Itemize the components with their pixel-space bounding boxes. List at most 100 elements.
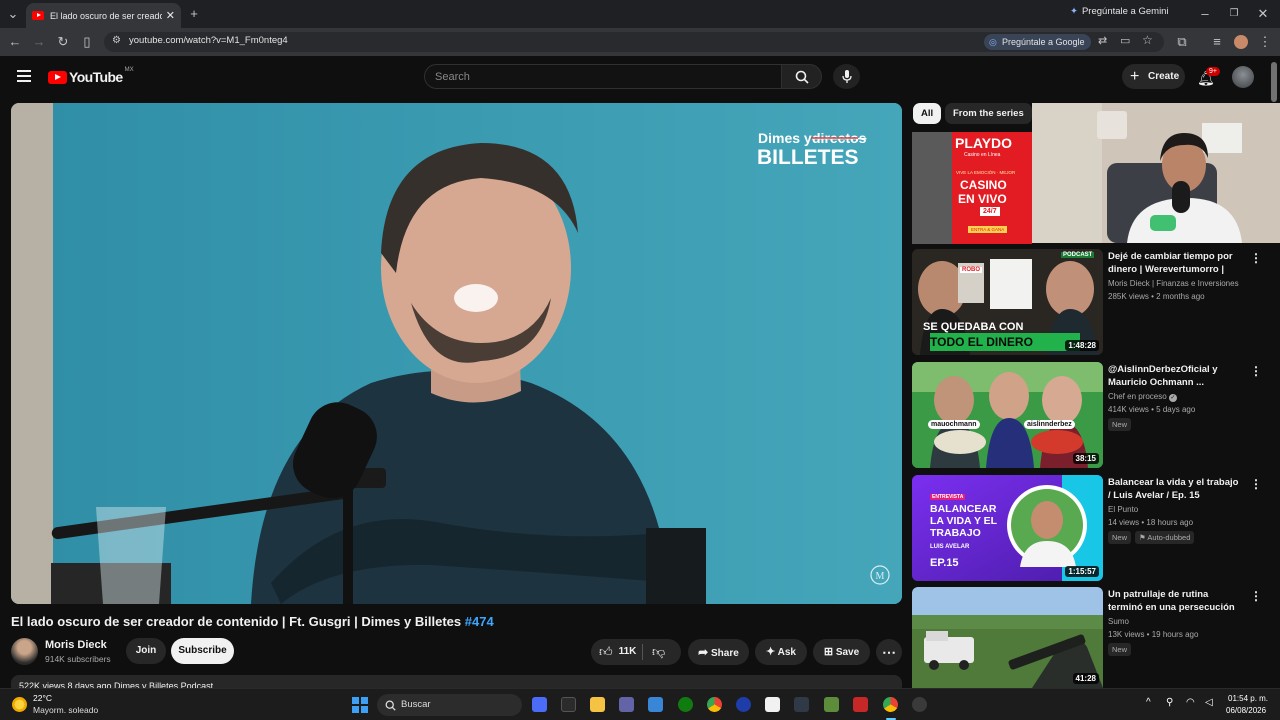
site-info-icon[interactable]: ⚙ [112,35,121,46]
close-window-icon[interactable]: ✕ [1255,6,1271,22]
address-bar[interactable]: ⚙ youtube.com/watch?v=M1_Fm0nteg4 ◎ Preg… [104,32,1164,52]
more-options-icon[interactable]: ⋮ [1250,589,1262,603]
side-panel-icon[interactable]: ▯ [79,34,95,50]
episode-hashtag[interactable]: #474 [465,614,494,629]
related-title[interactable]: @AislinnDerbezOficial y Mauricio Ochmann… [1108,363,1242,389]
minimize-icon[interactable]: – [1197,6,1213,22]
new-tab-icon[interactable]: + [186,6,202,22]
related-channel[interactable]: Chef en proceso ✓ [1108,392,1177,402]
more-options-icon[interactable]: ⋮ [1250,251,1262,265]
video-duration: 1:15:57 [1065,566,1099,577]
dislike-button[interactable]: 👎︎ [652,639,665,665]
ea-app-icon[interactable] [736,697,751,712]
extensions-icon[interactable]: ⧉ [1174,34,1190,50]
translate-icon[interactable]: ⇄ [1098,34,1107,47]
reload-icon[interactable]: ↻ [55,34,71,50]
related-video-3[interactable]: ENTREVISTA BALANCEAR LA VIDA Y EL TRABAJ… [912,475,1270,581]
ask-google-button[interactable]: ◎ Pregúntale a Google [984,34,1091,50]
url-text[interactable]: youtube.com/watch?v=M1_Fm0nteg4 [129,35,288,46]
file-explorer-app-icon[interactable] [590,697,605,712]
related-title[interactable]: Balancear la vida y el trabajo / Luis Av… [1108,476,1242,502]
thumbs-up-icon: 👍︎ [599,644,613,659]
copilot-app-icon[interactable] [532,697,547,712]
sparkle-icon: ✦ [766,646,776,658]
media-app-icon[interactable] [648,697,663,712]
browser-tab[interactable]: El lado oscuro de ser creador d ✕ [26,3,181,28]
close-tab-icon[interactable]: ✕ [166,9,175,22]
related-thumbnail-1[interactable]: ROBO PODCAST SE QUEDABA CON TODO EL DINE… [912,249,1103,355]
more-actions-icon[interactable]: ⋯ [876,639,902,665]
maximize-icon[interactable]: ❐ [1226,6,1242,22]
related-thumbnail-4[interactable]: 41:28 [912,587,1103,688]
weather-sun-icon[interactable] [12,697,27,712]
save-button[interactable]: ⊞ Save [813,639,870,665]
tab-search-icon[interactable]: ⌄ [5,6,21,22]
related-title[interactable]: Un patrullaje de rutina terminó en una p… [1108,588,1242,615]
related-channel[interactable]: El Punto [1108,505,1138,514]
ad-hours: 24/7 [980,207,1000,216]
tray-mic-icon[interactable]: ⚲ [1166,697,1173,708]
bookmark-star-icon[interactable]: ☆ [1142,33,1153,47]
channel-name[interactable]: Moris Dieck [45,639,107,651]
tray-wifi-icon[interactable]: ◠ [1186,697,1195,708]
search-button[interactable] [781,64,822,89]
youtube-logo[interactable]: YouTube MX [48,67,134,85]
capcut-app-icon[interactable] [765,697,780,712]
back-icon[interactable]: ← [7,34,23,50]
hamburger-menu-icon[interactable] [17,70,31,82]
voice-search-button[interactable] [833,64,860,89]
windows-start-icon[interactable] [352,697,368,713]
related-thumbnail-3[interactable]: ENTREVISTA BALANCEAR LA VIDA Y EL TRABAJ… [912,475,1103,581]
share-button[interactable]: ➦ Share [688,639,749,665]
tray-chevron-icon[interactable]: ^ [1146,697,1151,708]
translate-badge-icon: ⚑ [1139,533,1146,542]
taskbar-search[interactable]: Buscar [377,694,522,716]
related-video-1[interactable]: ROBO PODCAST SE QUEDABA CON TODO EL DINE… [912,249,1270,355]
weather-temperature[interactable]: 22°C [33,693,52,703]
weather-description[interactable]: Mayorm. soleado [33,705,98,715]
profile-avatar[interactable] [1234,35,1248,49]
youtube-header: YouTube MX Search + Create 🔔︎ 9+ [0,56,1280,100]
chrome-active-app-icon[interactable] [883,697,898,712]
related-meta: 13K views • 19 hours ago [1108,630,1199,639]
ask-button[interactable]: ✦ Ask [755,639,807,665]
chip-from-the-series[interactable]: From the series [945,103,1032,124]
account-avatar[interactable] [1232,66,1254,88]
ad-card[interactable]: PLAYDO Casino en Línea VIVE LA EMOCIÓN ·… [912,132,1032,244]
search-input[interactable]: Search [424,64,782,89]
related-channel[interactable]: Moris Dieck | Finanzas e Inversiones [1108,279,1239,288]
chip-all[interactable]: All [913,103,942,124]
create-button[interactable]: + Create [1122,64,1185,89]
epic-games-app-icon[interactable] [561,697,576,712]
related-video-4[interactable]: 41:28 Un patrullaje de rutina terminó en… [912,587,1270,688]
subscribe-button[interactable]: Subscribe [171,638,234,664]
browser-menu-icon[interactable]: ⋮ [1257,34,1273,50]
taskbar-date[interactable]: 06/08/2026 [1226,706,1266,715]
teams-app-icon[interactable] [619,697,634,712]
taskbar-time[interactable]: 01:54 p. m. [1228,694,1268,703]
davinci-app-icon[interactable] [794,697,809,712]
thumb-text-1: SE QUEDABA CON [923,321,1024,333]
chrome-app-icon[interactable] [707,697,722,712]
related-video-2[interactable]: mauochmann aislinnderbez 38:15 @AislinnD… [912,362,1270,468]
more-options-icon[interactable]: ⋮ [1250,477,1262,491]
obs-app-icon[interactable] [912,697,927,712]
related-channel[interactable]: Sumo [1108,617,1129,626]
cast-icon[interactable]: ▭ [1120,34,1130,47]
page-scrollbar[interactable] [1271,62,1277,102]
forward-icon[interactable]: → [31,34,47,50]
video-player[interactable]: M Dimes y directos BILLETES [11,103,902,604]
related-thumbnail-2[interactable]: mauochmann aislinnderbez 38:15 [912,362,1103,468]
roblox-app-icon[interactable] [853,697,868,712]
xbox-app-icon[interactable] [678,697,693,712]
related-title[interactable]: Dejé de cambiar tiempo por dinero | Were… [1108,250,1242,277]
youtube-play-icon [48,70,67,84]
tray-volume-icon[interactable]: ◁ [1205,697,1213,708]
more-options-icon[interactable]: ⋮ [1250,364,1262,378]
reading-list-icon[interactable]: ≡ [1209,34,1225,50]
minecraft-app-icon[interactable] [824,697,839,712]
join-button[interactable]: Join [126,638,166,664]
gemini-button[interactable]: ✦ Pregúntale a Gemini [1070,6,1169,17]
channel-avatar[interactable] [11,638,38,665]
like-button[interactable]: 👍︎ 11K [599,639,636,665]
